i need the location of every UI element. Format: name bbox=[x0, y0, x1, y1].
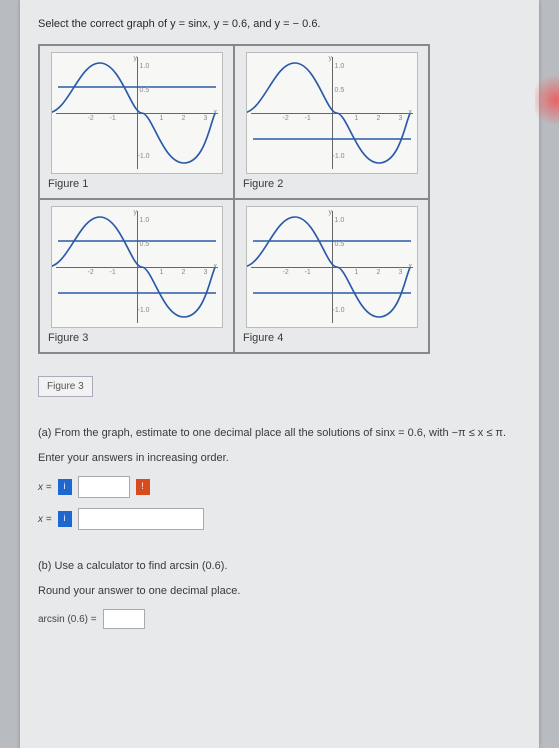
hint-icon[interactable]: i bbox=[58, 511, 72, 527]
part-b-sub: Round your answer to one decimal place. bbox=[38, 583, 521, 600]
part-b: (b) Use a calculator to find arcsin (0.6… bbox=[38, 558, 521, 629]
question-prompt: Select the correct graph of y = sinx, y … bbox=[38, 18, 521, 30]
answer-row-1: x = i ! bbox=[38, 476, 521, 498]
plot-3: y 1.0 0.5 -1.0 -2 -1 1 2 3 x bbox=[51, 206, 223, 328]
x-equals-label-1: x = bbox=[38, 480, 52, 495]
hint-icon[interactable]: i bbox=[58, 479, 72, 495]
part-b-lead: (b) Use a calculator to find arcsin (0.6… bbox=[38, 558, 521, 575]
figure-select-dropdown[interactable]: Figure 3 bbox=[38, 376, 93, 397]
part-a-sub: Enter your answers in increasing order. bbox=[38, 450, 521, 467]
figure-select-value: Figure 3 bbox=[47, 381, 84, 392]
answer-input-1[interactable] bbox=[78, 476, 130, 498]
answer-row-2: x = i bbox=[38, 508, 521, 530]
plot-2: y 1.0 0.5 -1.0 -2 -1 1 2 3 x bbox=[246, 52, 418, 174]
figure-cell-2[interactable]: y 1.0 0.5 -1.0 -2 -1 1 2 3 x Figure 2 bbox=[234, 45, 429, 199]
figure-2-label: Figure 2 bbox=[243, 178, 420, 190]
figure-4-label: Figure 4 bbox=[243, 332, 420, 344]
figure-1-label: Figure 1 bbox=[48, 178, 225, 190]
figure-cell-1[interactable]: y 1.0 0.5 -1.0 -2 -1 1 2 3 x Figure 1 bbox=[39, 45, 234, 199]
figure-cell-4[interactable]: y 1.0 0.5 -1.0 -2 -1 1 2 3 x Figure 4 bbox=[234, 199, 429, 353]
arcsin-input[interactable] bbox=[103, 609, 145, 629]
plot-4: y 1.0 0.5 -1.0 -2 -1 1 2 3 x bbox=[246, 206, 418, 328]
part-a-lead: (a) From the graph, estimate to one deci… bbox=[38, 425, 521, 442]
figure-grid: y 1.0 0.5 -1.0 -2 -1 1 2 3 x Figure 1 bbox=[38, 44, 430, 354]
arcsin-row: arcsin (0.6) = bbox=[38, 609, 521, 629]
arcsin-label: arcsin (0.6) = bbox=[38, 612, 97, 627]
part-a: (a) From the graph, estimate to one deci… bbox=[38, 425, 521, 530]
error-icon[interactable]: ! bbox=[136, 479, 150, 495]
figure-3-label: Figure 3 bbox=[48, 332, 225, 344]
figure-cell-3[interactable]: y 1.0 0.5 -1.0 -2 -1 1 2 3 x Figure 3 bbox=[39, 199, 234, 353]
worksheet-page: Select the correct graph of y = sinx, y … bbox=[20, 0, 539, 748]
x-equals-label-2: x = bbox=[38, 512, 52, 527]
answer-input-2[interactable] bbox=[78, 508, 204, 530]
plot-1: y 1.0 0.5 -1.0 -2 -1 1 2 3 x bbox=[51, 52, 223, 174]
